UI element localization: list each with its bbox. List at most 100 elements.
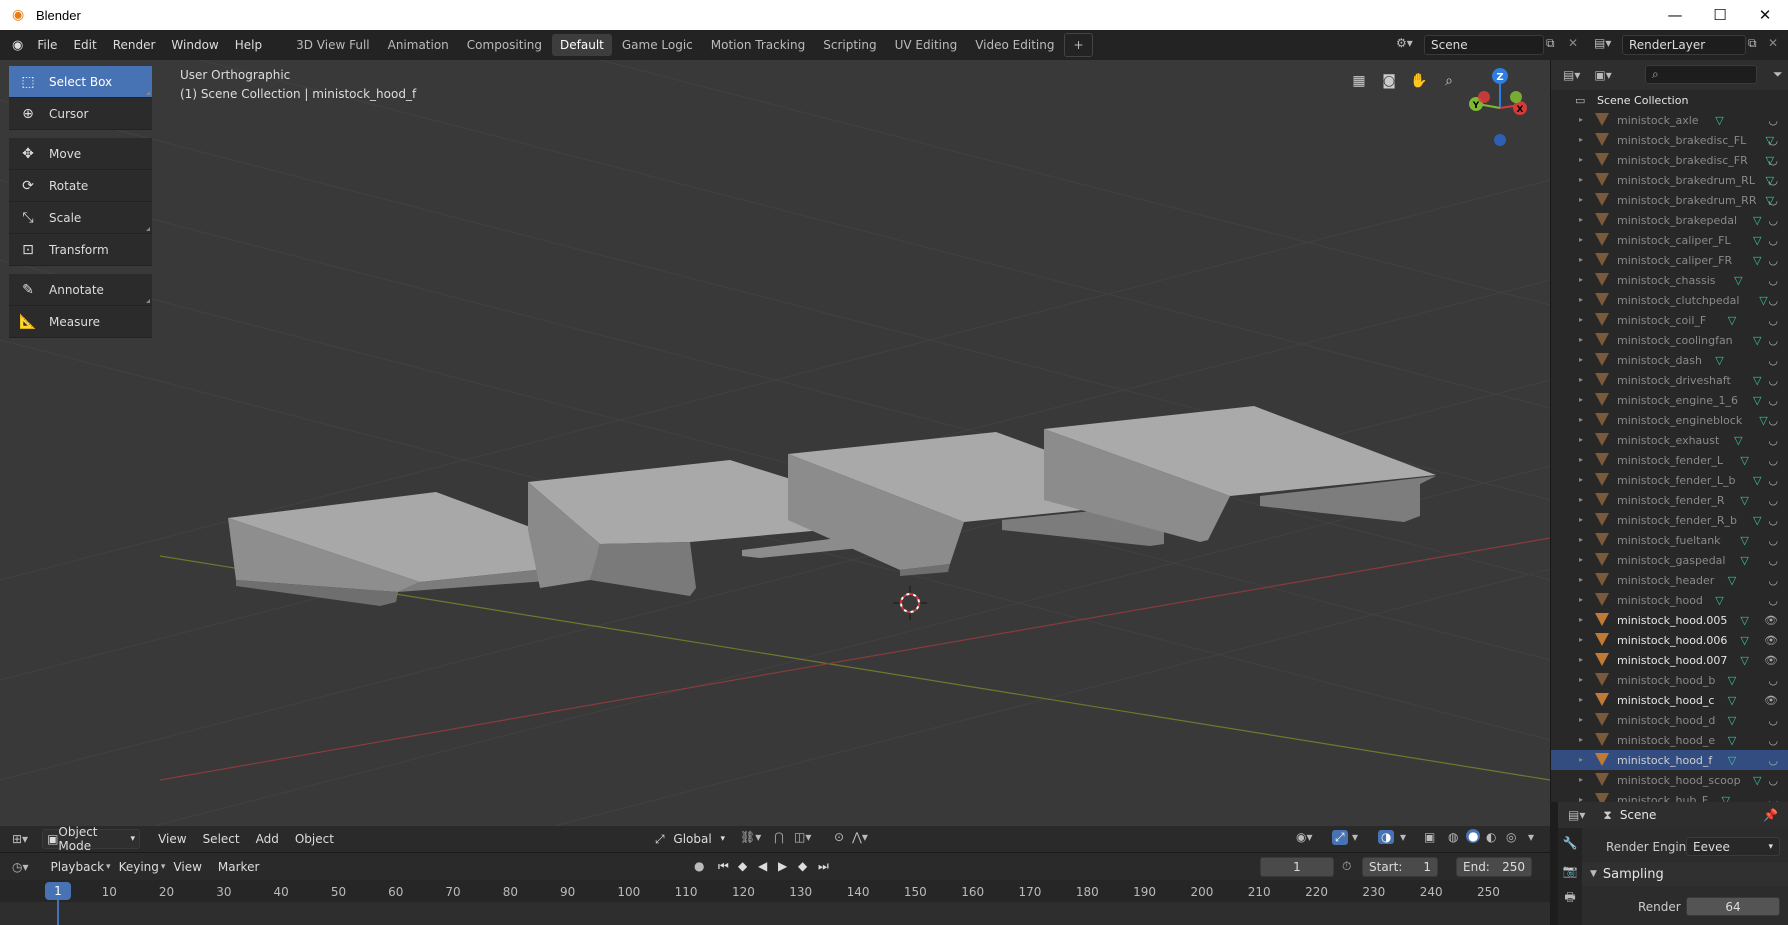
end-frame-field[interactable]: End: 250 bbox=[1456, 857, 1532, 877]
record-icon[interactable]: ● bbox=[694, 859, 704, 873]
close-button[interactable]: ✕ bbox=[1742, 0, 1788, 30]
outliner-item[interactable]: ▸ ministock_caliper_FL ▽ ◡ bbox=[1551, 230, 1788, 250]
menu-edit[interactable]: Edit bbox=[65, 34, 104, 56]
transform-orientation-select[interactable]: ⤢ Global ▾ bbox=[650, 829, 730, 849]
3d-cursor[interactable] bbox=[893, 586, 927, 620]
tool-move[interactable]: ✥ Move bbox=[9, 138, 152, 170]
eye-closed-icon[interactable]: ◡ bbox=[1768, 454, 1778, 467]
render-samples-field[interactable]: 64 bbox=[1686, 897, 1780, 916]
expand-arrow-icon[interactable]: ▸ bbox=[1579, 570, 1583, 590]
expand-arrow-icon[interactable]: ▸ bbox=[1579, 490, 1583, 510]
expand-arrow-icon[interactable]: ▸ bbox=[1579, 510, 1583, 530]
render-engine-select[interactable]: Eevee ▾ bbox=[1686, 837, 1780, 856]
eye-closed-icon[interactable]: ◡ bbox=[1768, 114, 1778, 127]
mesh-data-icon[interactable]: ▽ bbox=[1753, 514, 1761, 527]
falloff-icon[interactable]: ⋀▾ bbox=[852, 830, 868, 844]
expand-arrow-icon[interactable]: ▸ bbox=[1579, 190, 1583, 210]
expand-arrow-icon[interactable]: ▸ bbox=[1579, 710, 1583, 730]
expand-arrow-icon[interactable]: ▸ bbox=[1579, 410, 1583, 430]
outliner-item[interactable]: ▸ ministock_brakedisc_FR ▽ ◡ bbox=[1551, 150, 1788, 170]
tab-compositing[interactable]: Compositing bbox=[459, 34, 550, 56]
outliner-item[interactable]: ▸ ministock_coolingfan ▽ ◡ bbox=[1551, 330, 1788, 350]
expand-arrow-icon[interactable]: ▸ bbox=[1579, 690, 1583, 710]
eye-closed-icon[interactable]: ◡ bbox=[1768, 374, 1778, 387]
expand-arrow-icon[interactable]: ▸ bbox=[1579, 110, 1583, 130]
eye-closed-icon[interactable]: ◡ bbox=[1768, 514, 1778, 527]
rendered-shading-icon[interactable]: ◎ bbox=[1506, 830, 1516, 844]
display-mode-icon[interactable]: ▣▾ bbox=[1594, 68, 1611, 82]
tool-measure[interactable]: 📐 Measure bbox=[9, 306, 152, 338]
next-keyframe-icon[interactable]: ◆ bbox=[798, 859, 807, 873]
mesh-data-icon[interactable]: ▽ bbox=[1753, 214, 1761, 227]
eye-closed-icon[interactable]: ◡ bbox=[1768, 174, 1778, 187]
menu-select[interactable]: Select bbox=[195, 829, 248, 849]
outliner-item[interactable]: ▸ ministock_fender_L ▽ ◡ bbox=[1551, 450, 1788, 470]
outliner-item[interactable]: ▸ ministock_chassis ▽ ◡ bbox=[1551, 270, 1788, 290]
eye-closed-icon[interactable]: ◡ bbox=[1768, 274, 1778, 287]
expand-arrow-icon[interactable]: ▸ bbox=[1579, 270, 1583, 290]
tool-scale[interactable]: ⤡ Scale bbox=[9, 202, 152, 234]
snap-target-icon[interactable]: ◫▾ bbox=[794, 830, 811, 844]
expand-arrow-icon[interactable]: ▸ bbox=[1579, 330, 1583, 350]
scene-browse-icon[interactable]: ⚙▾ bbox=[1396, 36, 1413, 50]
menu-marker[interactable]: Marker bbox=[210, 857, 267, 877]
expand-arrow-icon[interactable]: ▸ bbox=[1579, 430, 1583, 450]
outliner-item[interactable]: ▸ ministock_header ▽ ◡ bbox=[1551, 570, 1788, 590]
outliner-item[interactable]: ▸ ministock_gaspedal ▽ ◡ bbox=[1551, 550, 1788, 570]
hood-meshes[interactable] bbox=[228, 406, 1436, 606]
outliner-item[interactable]: ▸ ministock_driveshaft ▽ ◡ bbox=[1551, 370, 1788, 390]
editor-type-icon[interactable]: ▤▾ bbox=[1563, 68, 1580, 82]
expand-arrow-icon[interactable]: ▸ bbox=[1579, 630, 1583, 650]
editor-type-icon[interactable]: ◷▾ bbox=[12, 860, 29, 874]
grid-toggle-icon[interactable]: ▦ bbox=[1346, 68, 1372, 94]
mesh-data-icon[interactable]: ▽ bbox=[1728, 694, 1736, 707]
expand-arrow-icon[interactable]: ▸ bbox=[1579, 770, 1583, 790]
outliner-item[interactable]: ▸ ministock_brakedrum_RR ▽ ◡ bbox=[1551, 190, 1788, 210]
eye-closed-icon[interactable]: ◡ bbox=[1768, 554, 1778, 567]
eye-closed-icon[interactable]: ◡ bbox=[1768, 594, 1778, 607]
tab-default[interactable]: Default bbox=[552, 34, 612, 56]
eye-closed-icon[interactable]: ◡ bbox=[1768, 674, 1778, 687]
render-tab-icon[interactable]: 📷 bbox=[1558, 864, 1582, 878]
eye-closed-icon[interactable]: ◡ bbox=[1768, 134, 1778, 147]
editor-type-icon[interactable]: ⊞▾ bbox=[12, 832, 28, 846]
eye-closed-icon[interactable]: ◡ bbox=[1768, 714, 1778, 727]
mesh-data-icon[interactable]: ▽ bbox=[1753, 474, 1761, 487]
mesh-data-icon[interactable]: ▽ bbox=[1740, 554, 1748, 567]
eye-closed-icon[interactable]: ◡ bbox=[1768, 574, 1778, 587]
tab-scripting[interactable]: Scripting bbox=[815, 34, 884, 56]
menu-file[interactable]: File bbox=[29, 34, 65, 56]
outliner-item[interactable]: ▸ ministock_caliper_FR ▽ ◡ bbox=[1551, 250, 1788, 270]
mesh-data-icon[interactable]: ▽ bbox=[1753, 234, 1761, 247]
visibility-icon[interactable]: ◉▾ bbox=[1296, 830, 1313, 844]
outliner-item[interactable]: ▸ ministock_hood ▽ ◡ bbox=[1551, 590, 1788, 610]
overlays-toggle-icon[interactable]: ◑ bbox=[1378, 830, 1395, 844]
eye-closed-icon[interactable]: ◡ bbox=[1768, 194, 1778, 207]
mesh-data-icon[interactable]: ▽ bbox=[1740, 634, 1748, 647]
eye-closed-icon[interactable]: ◡ bbox=[1768, 234, 1778, 247]
eye-closed-icon[interactable]: ◡ bbox=[1768, 534, 1778, 547]
expand-arrow-icon[interactable]: ▸ bbox=[1579, 730, 1583, 750]
properties-panel[interactable]: ▤▾ ⧗ Scene 📌 🔧 📷 🖶 Render Engine Eevee ▾ … bbox=[1558, 802, 1788, 925]
delete-scene-icon[interactable]: ✕ bbox=[1568, 36, 1578, 50]
expand-arrow-icon[interactable]: ▸ bbox=[1579, 170, 1583, 190]
outliner-item[interactable]: ▸ ministock_hood.007 ▽ 👁 bbox=[1551, 650, 1788, 670]
mesh-data-icon[interactable]: ▽ bbox=[1728, 754, 1736, 767]
jump-end-icon[interactable]: ⏭ bbox=[818, 859, 829, 874]
timeline[interactable]: 10 20 30 40 50 60 70 80 90 100 110 120 130 140 150 160 1… bbox=[0, 880, 1550, 925]
render-layer-field[interactable]: RenderLayer bbox=[1622, 35, 1746, 55]
outliner-item[interactable]: ▸ ministock_fender_R_b ▽ ◡ bbox=[1551, 510, 1788, 530]
outliner-item[interactable]: ▸ ministock_fueltank ▽ ◡ bbox=[1551, 530, 1788, 550]
expand-arrow-icon[interactable]: ▸ bbox=[1579, 250, 1583, 270]
tab-game-logic[interactable]: Game Logic bbox=[614, 34, 701, 56]
mesh-data-icon[interactable]: ▽ bbox=[1753, 334, 1761, 347]
tool-tab-icon[interactable]: 🔧 bbox=[1558, 836, 1582, 850]
outliner-item[interactable]: ▸ ministock_hood_f ▽ ◡ bbox=[1551, 750, 1788, 770]
tab-video-editing[interactable]: Video Editing bbox=[967, 34, 1062, 56]
tab-animation[interactable]: Animation bbox=[380, 34, 457, 56]
outliner-item[interactable]: ▸ ministock_fender_L_b ▽ ◡ bbox=[1551, 470, 1788, 490]
eye-closed-icon[interactable]: ◡ bbox=[1768, 334, 1778, 347]
mesh-data-icon[interactable]: ▽ bbox=[1734, 274, 1742, 287]
menu-add[interactable]: Add bbox=[248, 829, 287, 849]
tab-uv-editing[interactable]: UV Editing bbox=[887, 34, 966, 56]
